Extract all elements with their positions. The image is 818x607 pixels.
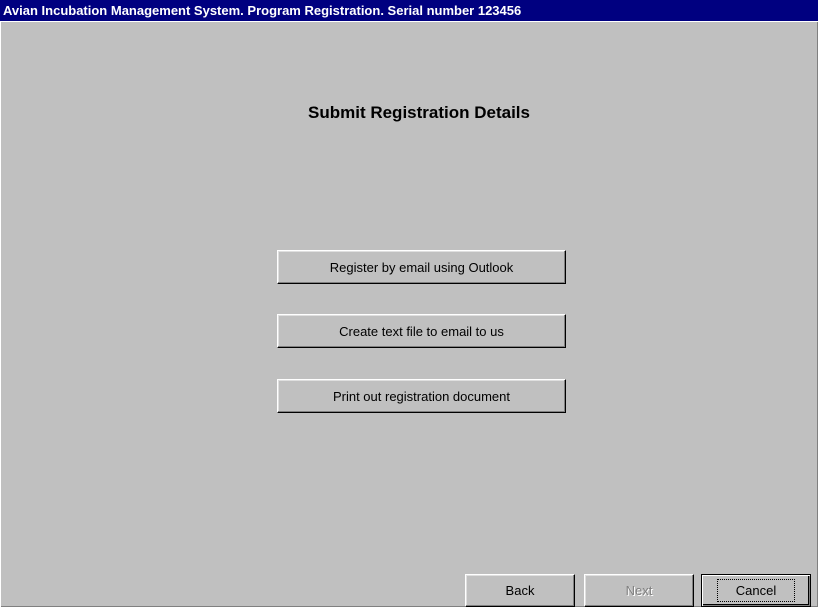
back-button[interactable]: Back — [465, 574, 575, 607]
print-registration-label: Print out registration document — [332, 388, 511, 404]
print-registration-button[interactable]: Print out registration document — [277, 379, 566, 413]
back-label: Back — [505, 583, 535, 598]
registration-window: Avian Incubation Management System. Prog… — [0, 0, 818, 607]
next-label: Next — [625, 583, 653, 598]
window-title-bar: Avian Incubation Management System. Prog… — [0, 0, 818, 21]
create-text-file-label: Create text file to email to us — [339, 323, 504, 339]
cancel-label: Cancel — [716, 579, 796, 602]
page-title: Submit Registration Details — [308, 103, 530, 122]
title-separator — [0, 21, 818, 22]
cancel-button[interactable]: Cancel — [701, 574, 811, 607]
next-button: Next — [584, 574, 694, 607]
register-email-outlook-label: Register by email using Outlook — [329, 259, 514, 275]
create-text-file-button[interactable]: Create text file to email to us — [277, 314, 566, 348]
register-email-outlook-button[interactable]: Register by email using Outlook — [277, 250, 566, 284]
